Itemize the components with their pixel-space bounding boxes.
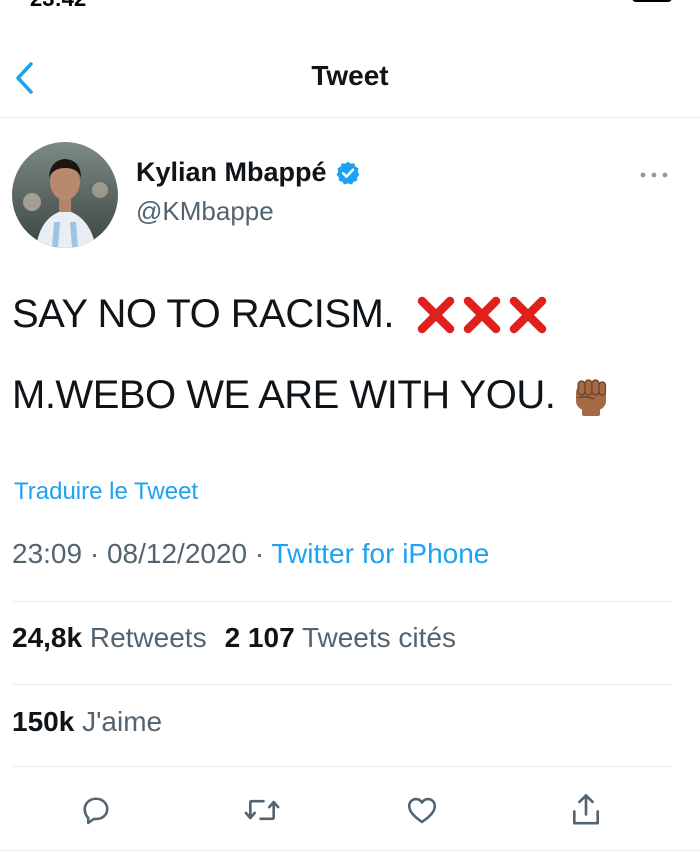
tweet-time[interactable]: 23:09 bbox=[12, 538, 82, 569]
share-icon bbox=[572, 794, 600, 825]
tweet-meta: 23:09 · 08/12/2020 · Twitter for iPhone bbox=[12, 538, 489, 570]
battery-icon bbox=[632, 0, 672, 2]
cross-mark-emoji-group bbox=[416, 295, 548, 335]
cross-mark-icon bbox=[463, 296, 501, 333]
avatar[interactable] bbox=[12, 142, 118, 248]
separator: · bbox=[82, 538, 107, 569]
translate-tweet-link[interactable]: Traduire le Tweet bbox=[14, 478, 198, 506]
verified-badge-icon bbox=[336, 161, 359, 184]
tweet-action-bar bbox=[0, 786, 700, 836]
nav-header: Tweet bbox=[0, 40, 700, 118]
retweets-stat[interactable]: 24,8k Retweets bbox=[12, 622, 207, 654]
reply-button[interactable] bbox=[72, 786, 120, 834]
quote-tweets-stat[interactable]: 2 107 Tweets cités bbox=[225, 622, 456, 654]
retweets-count: 24,8k bbox=[12, 622, 83, 653]
raised-fist-icon bbox=[576, 378, 607, 416]
likes-stat[interactable]: 150k J'aime bbox=[12, 706, 162, 738]
tweet-date[interactable]: 08/12/2020 bbox=[107, 538, 247, 569]
likes-label: J'aime bbox=[82, 706, 163, 737]
author-handle[interactable]: @KMbappe bbox=[136, 196, 274, 227]
retweet-icon bbox=[244, 799, 280, 821]
status-bar: 23:42 bbox=[0, 0, 700, 11]
tweet-text-line-1: SAY NO TO RACISM. bbox=[12, 292, 548, 337]
quote-tweets-count: 2 107 bbox=[224, 622, 295, 653]
divider bbox=[12, 684, 672, 685]
divider bbox=[0, 850, 700, 851]
cross-mark-icon bbox=[417, 296, 455, 333]
divider bbox=[12, 766, 672, 767]
more-horizontal-icon bbox=[640, 172, 668, 178]
retweets-label: Retweets bbox=[89, 622, 207, 653]
cross-mark-icon bbox=[509, 296, 547, 333]
retweet-button[interactable] bbox=[238, 786, 286, 834]
tweet-text-line-2: M.WEBO WE ARE WITH YOU. bbox=[12, 373, 613, 418]
more-options-button[interactable] bbox=[632, 160, 676, 190]
author-row[interactable]: Kylian Mbappé bbox=[136, 157, 361, 188]
separator: · bbox=[247, 538, 272, 569]
author-name[interactable]: Kylian Mbappé bbox=[136, 157, 327, 188]
likes-count: 150k bbox=[12, 706, 75, 737]
tweet-source-link[interactable]: Twitter for iPhone bbox=[272, 538, 490, 569]
heart-icon bbox=[407, 797, 437, 824]
status-icons bbox=[574, 0, 672, 2]
tweet-text: M.WEBO WE ARE WITH YOU. bbox=[12, 373, 556, 417]
tweet-text: SAY NO TO RACISM. bbox=[12, 292, 394, 336]
engagement-stats: 24,8k Retweets 2 107 Tweets cités bbox=[12, 622, 474, 654]
divider bbox=[12, 601, 672, 602]
like-button[interactable] bbox=[398, 786, 446, 834]
quote-tweets-label: Tweets cités bbox=[301, 622, 456, 653]
reply-icon bbox=[83, 797, 109, 825]
status-time: 23:42 bbox=[30, 0, 86, 12]
share-button[interactable] bbox=[562, 786, 610, 834]
page-title: Tweet bbox=[311, 60, 389, 91]
